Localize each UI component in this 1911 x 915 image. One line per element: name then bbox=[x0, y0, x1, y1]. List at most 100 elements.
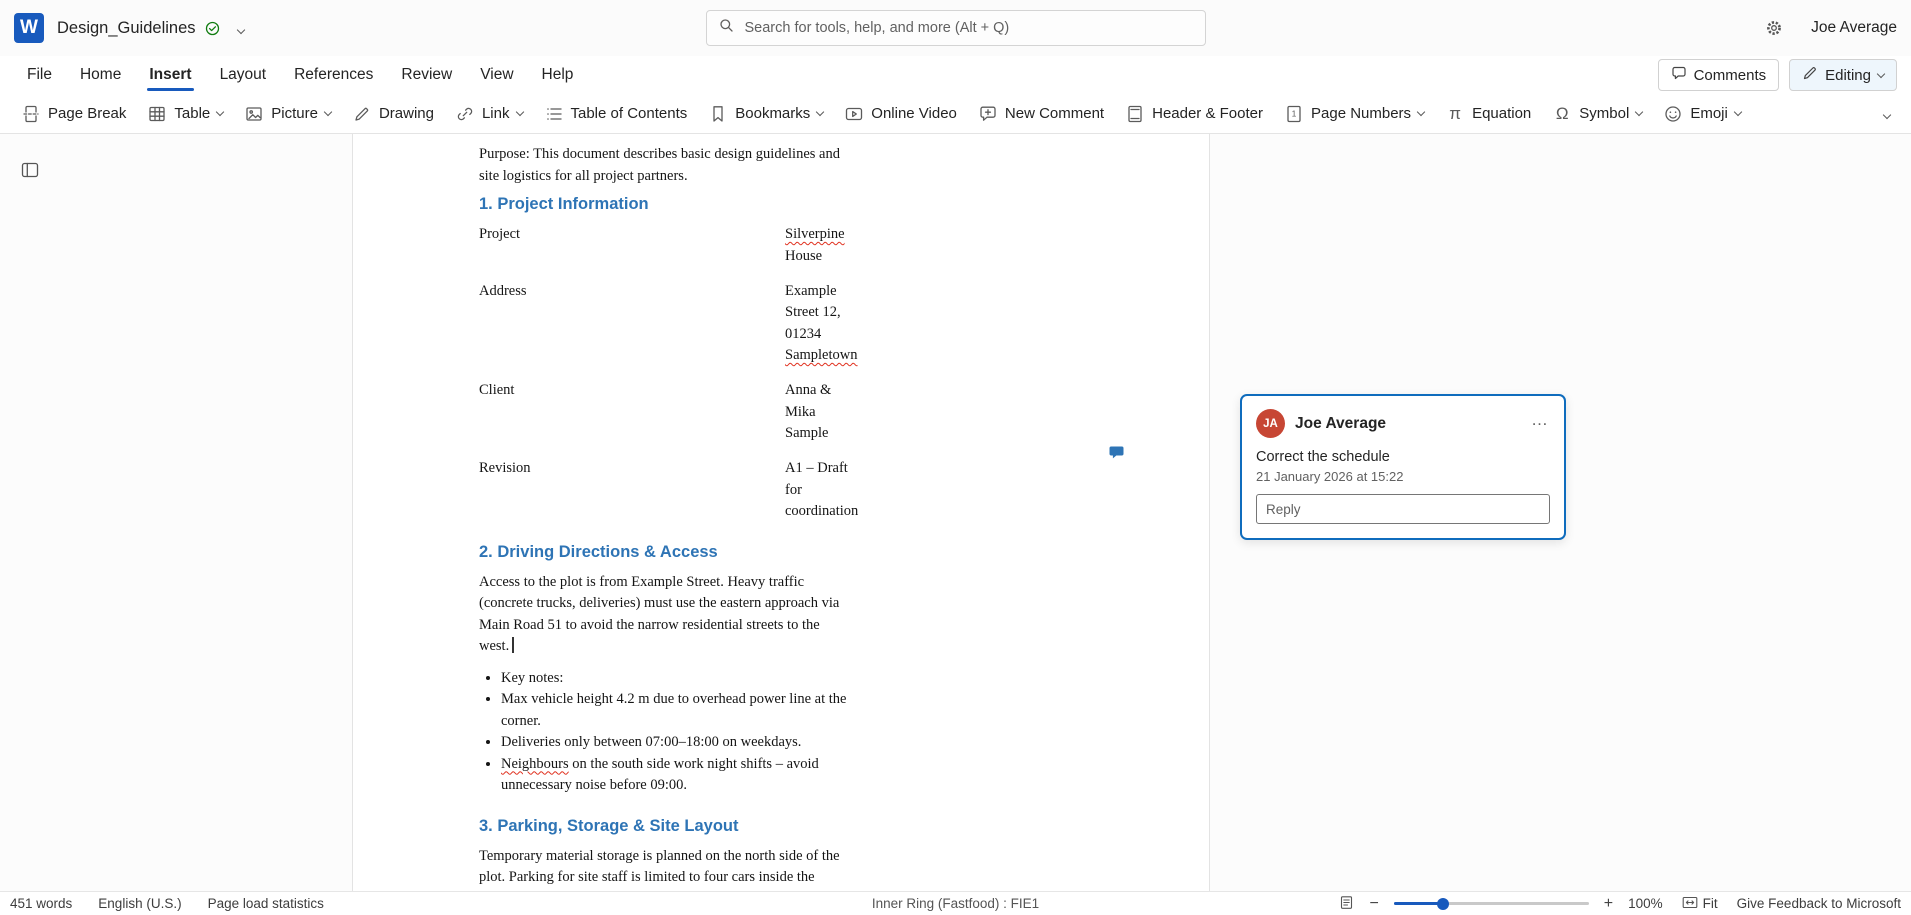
new-comment-icon bbox=[978, 104, 998, 124]
chevron-down-icon bbox=[324, 108, 332, 116]
paragraph-purpose: Purpose: This document describes basic d… bbox=[479, 144, 847, 187]
status-bar: 451 words English (U.S.) Page load stati… bbox=[0, 891, 1911, 915]
drawing-button[interactable]: Drawing bbox=[343, 98, 443, 130]
list-item: Max vehicle height 4.2 m due to overhead… bbox=[501, 689, 847, 732]
header-footer-button[interactable]: Header & Footer bbox=[1116, 98, 1272, 130]
ribbon-label: Header & Footer bbox=[1152, 105, 1263, 122]
page-break-button[interactable]: Page Break bbox=[12, 98, 135, 130]
paragraph-access: Access to the plot is from Example Stree… bbox=[479, 572, 847, 658]
chevron-down-icon bbox=[515, 108, 523, 116]
table-icon bbox=[147, 104, 167, 124]
title-dropdown-chevron-icon[interactable] bbox=[234, 17, 248, 40]
zoom-slider-handle[interactable] bbox=[1437, 898, 1449, 910]
picture-icon bbox=[244, 104, 264, 124]
zoom-level[interactable]: 100% bbox=[1628, 896, 1663, 911]
chevron-down-icon bbox=[1734, 108, 1742, 116]
document-editing-surface[interactable]: Purpose: This document describes basic d… bbox=[353, 134, 965, 891]
tab-home[interactable]: Home bbox=[67, 59, 134, 91]
language-selector[interactable]: English (U.S.) bbox=[98, 896, 181, 911]
zoom-in-button[interactable]: + bbox=[1602, 896, 1615, 912]
zoom-slider[interactable] bbox=[1394, 902, 1589, 905]
comment-text: Correct the schedule bbox=[1256, 449, 1550, 465]
info-row-address: Address Example Street 12, 01234 Samplet… bbox=[479, 281, 847, 367]
picture-button[interactable]: Picture bbox=[235, 98, 340, 130]
key-notes-list: Key notes: Max vehicle height 4.2 m due … bbox=[479, 668, 847, 797]
info-value: Silverpine House bbox=[785, 224, 847, 267]
tab-layout[interactable]: Layout bbox=[207, 59, 280, 91]
ribbon-label: Bookmarks bbox=[735, 105, 810, 122]
ribbon-label: Equation bbox=[1472, 105, 1531, 122]
bookmark-icon bbox=[708, 104, 728, 124]
page-view-icon[interactable] bbox=[1339, 895, 1354, 913]
equation-button[interactable]: π Equation bbox=[1436, 98, 1540, 130]
gear-icon[interactable] bbox=[1761, 15, 1787, 41]
comment-anchor-icon[interactable] bbox=[1106, 443, 1127, 466]
tab-review[interactable]: Review bbox=[388, 59, 465, 91]
pencil-icon bbox=[1802, 65, 1818, 85]
comment-card: JA Joe Average … Correct the schedule 21… bbox=[1240, 394, 1566, 540]
tab-help[interactable]: Help bbox=[529, 59, 587, 91]
comment-header: JA Joe Average … bbox=[1256, 409, 1550, 438]
paragraph-parking: Temporary material storage is planned on… bbox=[479, 846, 847, 892]
page-load-statistics[interactable]: Page load statistics bbox=[208, 896, 324, 911]
tab-view[interactable]: View bbox=[467, 59, 526, 91]
online-video-button[interactable]: Online Video bbox=[835, 98, 966, 130]
text-cursor bbox=[512, 637, 513, 653]
avatar: JA bbox=[1256, 409, 1285, 438]
info-value: Anna & Mika Sample bbox=[785, 380, 847, 445]
search-bar[interactable] bbox=[706, 10, 1206, 46]
project-info-table: Project Silverpine House Address Example… bbox=[479, 224, 847, 523]
page-numbers-button[interactable]: 1 Page Numbers bbox=[1275, 98, 1433, 130]
zoom-out-button[interactable]: − bbox=[1367, 896, 1380, 912]
menu-bar: File Home Insert Layout References Revie… bbox=[0, 56, 1911, 94]
word-logo[interactable]: W bbox=[14, 13, 44, 43]
navigation-pane-toggle-icon[interactable] bbox=[16, 156, 44, 187]
symbol-button[interactable]: Ω Symbol bbox=[1543, 98, 1651, 130]
tab-file[interactable]: File bbox=[14, 59, 65, 91]
ribbon-label: Drawing bbox=[379, 105, 434, 122]
feedback-link[interactable]: Give Feedback to Microsoft bbox=[1737, 896, 1901, 911]
ring-info: Inner Ring (Fastfood) : FIE1 bbox=[872, 896, 1039, 911]
comments-button-label: Comments bbox=[1694, 67, 1767, 84]
emoji-button[interactable]: Emoji bbox=[1654, 98, 1750, 130]
info-value: A1 – Draft for coordination bbox=[785, 458, 858, 523]
info-key: Client bbox=[479, 380, 785, 445]
tab-references[interactable]: References bbox=[281, 59, 386, 91]
more-options-icon[interactable]: … bbox=[1529, 413, 1550, 434]
table-button[interactable]: Table bbox=[138, 98, 232, 130]
link-button[interactable]: Link bbox=[446, 98, 532, 130]
document-page[interactable]: Purpose: This document describes basic d… bbox=[352, 134, 1210, 891]
ribbon-label: Picture bbox=[271, 105, 318, 122]
chevron-down-icon bbox=[1635, 108, 1643, 116]
list-item: Key notes: bbox=[501, 668, 847, 690]
document-title[interactable]: Design_Guidelines bbox=[57, 19, 196, 38]
comment-reply-input[interactable] bbox=[1256, 494, 1550, 524]
chevron-down-icon bbox=[216, 108, 224, 116]
word-count[interactable]: 451 words bbox=[10, 896, 72, 911]
info-key: Project bbox=[479, 224, 785, 267]
equation-icon: π bbox=[1445, 104, 1465, 124]
editing-mode-button[interactable]: Editing bbox=[1789, 59, 1897, 91]
fit-button[interactable]: Fit bbox=[1676, 895, 1724, 913]
page-numbers-icon: 1 bbox=[1284, 104, 1304, 124]
table-of-contents-button[interactable]: Table of Contents bbox=[535, 98, 697, 130]
page-break-icon bbox=[21, 104, 41, 124]
ribbon-label: Table bbox=[174, 105, 210, 122]
bookmarks-button[interactable]: Bookmarks bbox=[699, 98, 832, 130]
saved-status-icon[interactable] bbox=[205, 21, 220, 36]
ribbon-collapse-chevron-icon[interactable] bbox=[1875, 97, 1899, 130]
fit-to-width-icon bbox=[1682, 896, 1698, 912]
search-input[interactable] bbox=[743, 19, 1193, 37]
ribbon-label: Table of Contents bbox=[571, 105, 688, 122]
ribbon-label: Link bbox=[482, 105, 510, 122]
info-row-project: Project Silverpine House bbox=[479, 224, 847, 267]
tab-insert[interactable]: Insert bbox=[136, 59, 204, 91]
ribbon-insert: Page Break Table Picture Drawing Link Ta… bbox=[0, 94, 1911, 134]
chevron-down-icon bbox=[1417, 108, 1425, 116]
ribbon-label: Online Video bbox=[871, 105, 957, 122]
user-account-name[interactable]: Joe Average bbox=[1811, 19, 1897, 37]
new-comment-button[interactable]: New Comment bbox=[969, 98, 1113, 130]
symbol-icon: Ω bbox=[1552, 104, 1572, 124]
comments-button[interactable]: Comments bbox=[1658, 59, 1780, 91]
document-workspace: Purpose: This document describes basic d… bbox=[0, 134, 1911, 891]
